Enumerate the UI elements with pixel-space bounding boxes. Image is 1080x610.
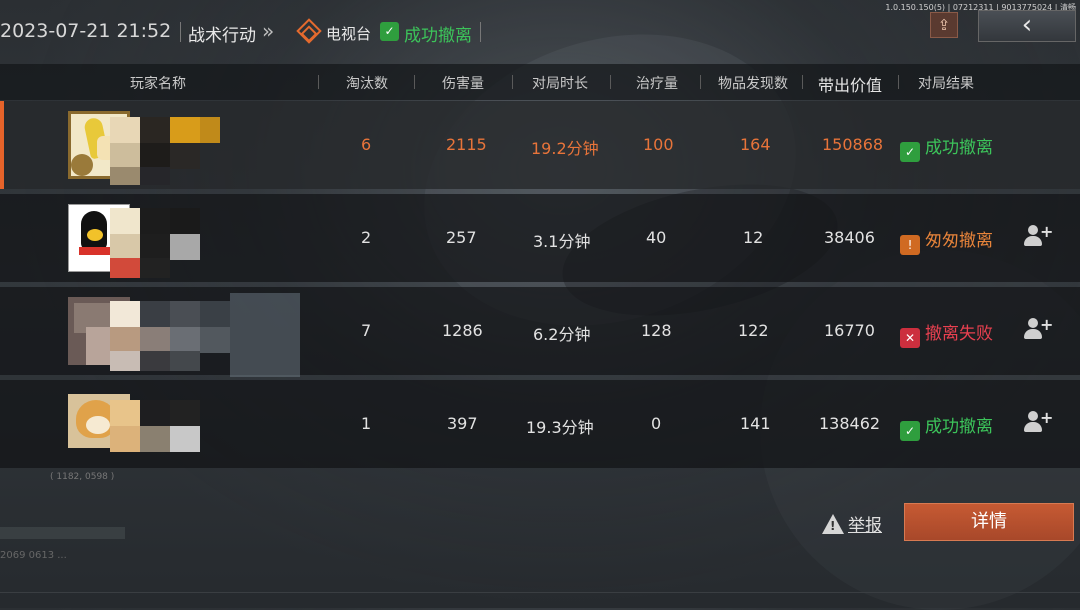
column-header-items-found: 物品发现数	[718, 76, 788, 92]
damage-value: 257	[446, 228, 477, 247]
damage-value: 1286	[442, 321, 483, 340]
extracted-value: 16770	[824, 321, 875, 340]
healing-value: 40	[646, 228, 667, 247]
result-hurried: ! 匆匆撤离	[900, 226, 993, 255]
extracted-value: 38406	[824, 228, 875, 247]
blurred-player-name	[110, 107, 230, 185]
success-extract-icon: ✓	[380, 22, 399, 41]
divider	[414, 75, 415, 89]
damage-value: 397	[447, 414, 478, 433]
bottom-hint: 2069 0613 ...	[0, 550, 67, 561]
extracted-value: 138462	[819, 414, 881, 433]
top-bar: 2023-07-21 21:52 战术行动 » 电视台 ✓ 成功撤离 1.0.1…	[0, 0, 1080, 64]
add-friend-icon[interactable]: +	[1024, 408, 1054, 434]
result-label: 匆匆撤离	[925, 231, 993, 251]
add-friend-icon-head	[1028, 225, 1038, 235]
divider	[610, 75, 611, 89]
warning-icon	[822, 514, 844, 534]
success-extract-icon: ✓	[900, 421, 920, 441]
add-friend-icon[interactable]: +	[1024, 315, 1054, 341]
divider	[700, 75, 701, 89]
details-button[interactable]: 详情	[904, 503, 1074, 541]
add-friend-icon-head	[1028, 411, 1038, 421]
tv-station-icon	[296, 18, 322, 44]
result-success: ✓ 成功撤离	[900, 133, 993, 162]
add-friend-icon-head	[1028, 318, 1038, 328]
items-found-value: 12	[743, 228, 764, 247]
eliminations-value: 2	[361, 228, 372, 247]
add-friend-icon-plus: +	[1040, 408, 1054, 427]
column-header-eliminations: 淘汰数	[346, 76, 388, 92]
items-found-value: 164	[740, 135, 771, 154]
divider	[802, 75, 803, 89]
result-success: ✓ 成功撤离	[900, 412, 993, 441]
column-header-duration: 对局时长	[532, 76, 588, 92]
fail-extract-icon: ✕	[900, 328, 920, 348]
result-label: 成功撤离	[925, 138, 993, 158]
extracted-value: 150868	[822, 135, 884, 154]
healing-value: 128	[641, 321, 672, 340]
eliminations-value: 6	[361, 135, 372, 154]
column-header-healing: 治疗量	[636, 76, 678, 92]
chevron-right-icon: »	[262, 19, 275, 43]
result-label: 撤离失败	[925, 324, 993, 344]
bottom-strip	[0, 527, 125, 539]
healing-value: 100	[643, 135, 674, 154]
blurred-player-name	[110, 293, 300, 377]
coordinates-readout: ( 1182, 0598 )	[50, 472, 115, 482]
success-extract-icon: ✓	[900, 142, 920, 162]
add-friend-icon[interactable]: +	[1024, 222, 1054, 248]
divider	[0, 592, 1080, 593]
divider	[898, 75, 899, 89]
warning-extract-icon: !	[900, 235, 920, 255]
duration-value: 19.3分钟	[526, 418, 594, 437]
column-header-result: 对局结果	[918, 76, 974, 92]
back-button[interactable]: ‹	[978, 10, 1076, 42]
divider	[480, 22, 481, 42]
damage-value: 2115	[446, 135, 487, 154]
healing-value: 0	[651, 414, 662, 433]
add-friend-icon-plus: +	[1040, 315, 1054, 334]
divider	[512, 75, 513, 89]
blurred-player-name	[110, 200, 230, 278]
table-row[interactable]: 7 1286 6.2分钟 128 122 16770 ✕ 撤离失败 +	[0, 287, 1080, 377]
eliminations-value: 7	[361, 321, 372, 340]
duration-value: 3.1分钟	[533, 232, 591, 251]
share-button[interactable]: ⇪	[930, 12, 958, 38]
match-status-label: 成功撤离	[404, 26, 472, 46]
report-label: 举报	[848, 516, 882, 536]
result-label: 成功撤离	[925, 417, 993, 437]
column-header-player-name: 玩家名称	[130, 76, 186, 92]
items-found-value: 122	[738, 321, 769, 340]
items-found-value: 141	[740, 414, 771, 433]
selected-row-indicator	[0, 101, 4, 189]
column-header-extracted-value: 带出价值	[818, 76, 883, 95]
game-mode-label: 战术行动	[188, 26, 256, 46]
divider	[180, 22, 181, 42]
eliminations-value: 1	[361, 414, 372, 433]
blurred-player-name	[110, 386, 230, 464]
duration-value: 19.2分钟	[531, 139, 599, 158]
table-header: 玩家名称 淘汰数 伤害量 对局时长 治疗量 物品发现数 带出价值 对局结果	[0, 64, 1080, 100]
table-row[interactable]: 6 2115 19.2分钟 100 164 150868 ✓ 成功撤离	[0, 101, 1080, 189]
report-button[interactable]: 举报	[822, 511, 882, 536]
column-header-damage: 伤害量	[442, 76, 484, 92]
result-failed: ✕ 撤离失败	[900, 319, 993, 348]
tv-station-label: 电视台	[326, 25, 372, 43]
table-row[interactable]: 1 397 19.3分钟 0 141 138462 ✓ 成功撤离 +	[0, 380, 1080, 468]
table-row[interactable]: 2 257 3.1分钟 40 12 38406 ! 匆匆撤离 +	[0, 194, 1080, 282]
add-friend-icon-plus: +	[1040, 222, 1054, 241]
divider	[318, 75, 319, 89]
match-timestamp: 2023-07-21 21:52	[0, 20, 172, 42]
duration-value: 6.2分钟	[533, 325, 591, 344]
